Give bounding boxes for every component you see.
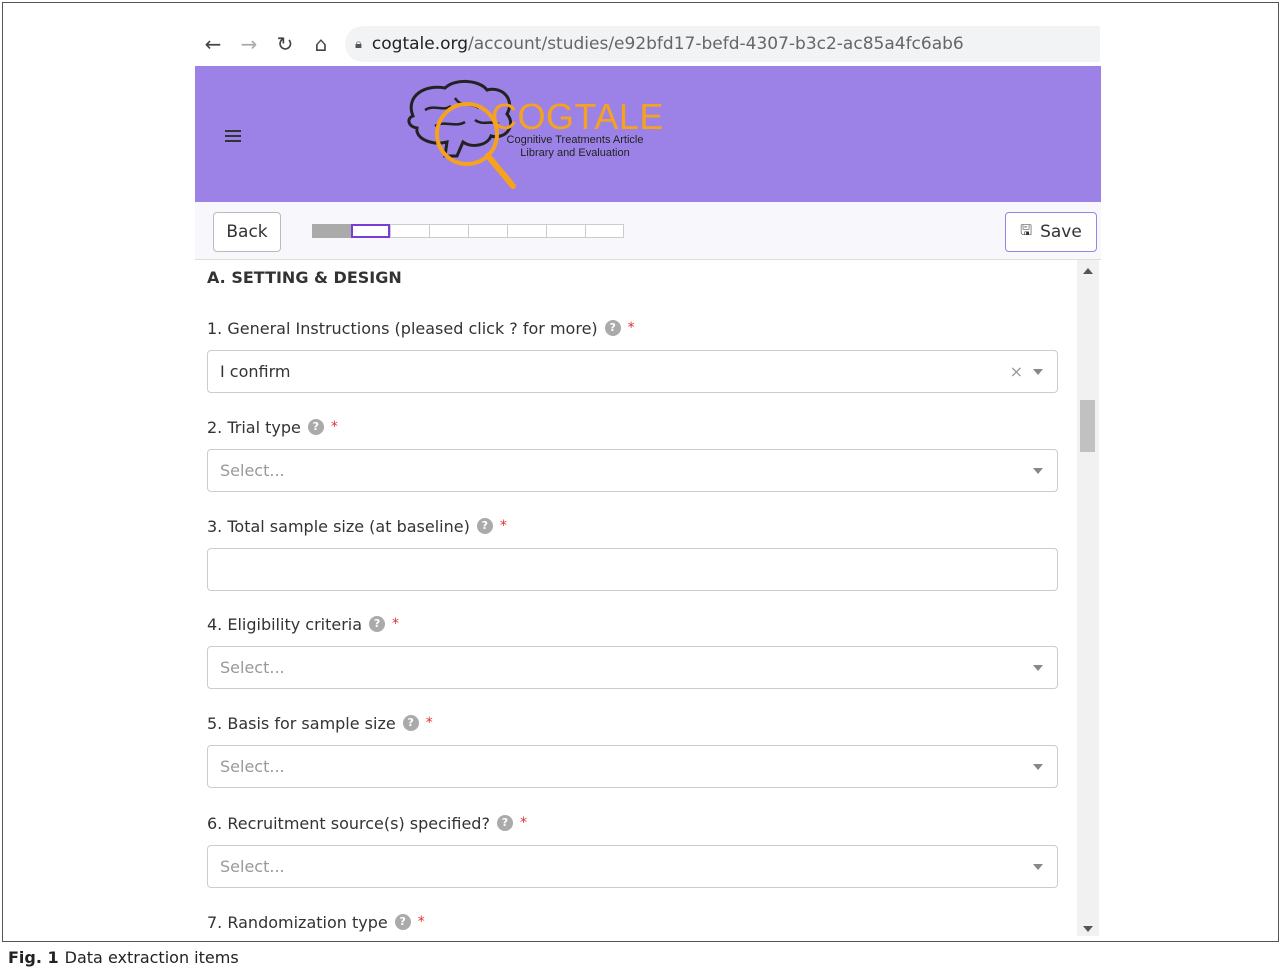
required-marker: *: [627, 320, 635, 336]
caption-prefix: Fig. 1: [8, 948, 59, 967]
question-label: 1. General Instructions (pleased click ?…: [207, 318, 598, 338]
logo-subtitle: Cognitive Treatments Article Library and…: [506, 134, 644, 159]
reload-icon[interactable]: ↻: [267, 26, 303, 62]
home-icon[interactable]: ⌂: [303, 26, 339, 62]
required-marker: *: [425, 715, 433, 731]
save-button[interactable]: 🖫 Save: [1005, 212, 1097, 252]
required-marker: *: [499, 518, 507, 534]
form-toolbar: Back 🖫 Save: [195, 202, 1101, 260]
required-marker: *: [392, 616, 400, 632]
help-icon[interactable]: ?: [307, 419, 324, 435]
help-icon[interactable]: ?: [476, 518, 493, 534]
back-button[interactable]: Back: [213, 212, 281, 252]
question-label: 4. Eligibility criteria: [207, 614, 363, 634]
question-label: 3. Total sample size (at baseline): [207, 516, 470, 536]
question-eligibility-criteria: 4. Eligibility criteria? * Select...: [207, 612, 1059, 689]
url-bar[interactable]: 🔒︎ cogtale.org/account/studies/e92bfd17-…: [345, 26, 1100, 62]
total-sample-size-input[interactable]: [207, 548, 1058, 591]
scroll-up-arrow-icon[interactable]: [1083, 268, 1093, 274]
question-label: 7. Randomization type: [207, 912, 388, 932]
progress-step[interactable]: [546, 224, 585, 238]
help-icon[interactable]: ?: [604, 320, 621, 336]
hamburger-menu-icon[interactable]: [225, 130, 241, 142]
scrollbar[interactable]: [1077, 260, 1099, 936]
question-total-sample-size: 3. Total sample size (at baseline)? *: [207, 514, 1059, 591]
progress-steps: [312, 224, 624, 238]
question-label: 2. Trial type: [207, 417, 301, 437]
caption-text: Data extraction items: [64, 948, 239, 967]
chevron-down-icon[interactable]: [1033, 864, 1043, 870]
required-marker: *: [519, 815, 527, 831]
form-content: A. SETTING & DESIGN 1. General Instructi…: [195, 260, 1101, 940]
progress-step[interactable]: [312, 224, 351, 238]
progress-step-current[interactable]: [351, 224, 390, 238]
scroll-down-arrow-icon[interactable]: [1083, 926, 1093, 932]
help-icon[interactable]: ?: [369, 616, 386, 632]
logo-title: COGTALE: [491, 96, 664, 137]
progress-step[interactable]: [390, 224, 429, 238]
question-randomization-type: 7. Randomization type? *: [207, 910, 1059, 934]
chevron-down-icon[interactable]: [1033, 369, 1043, 375]
question-general-instructions: 1. General Instructions (pleased click ?…: [207, 316, 1059, 393]
section-title: A. SETTING & DESIGN: [207, 268, 402, 287]
select-placeholder: Select...: [220, 757, 285, 776]
url-path: /account/studies/e92bfd17-befd-4307-b3c2…: [468, 34, 964, 54]
chevron-down-icon[interactable]: [1033, 665, 1043, 671]
eligibility-criteria-select[interactable]: Select...: [207, 646, 1058, 689]
clear-icon[interactable]: ×: [1010, 362, 1023, 381]
select-placeholder: Select...: [220, 857, 285, 876]
progress-step[interactable]: [429, 224, 468, 238]
url-host: cogtale.org: [371, 34, 469, 54]
required-marker: *: [417, 914, 425, 930]
question-recruitment-source: 6. Recruitment source(s) specified?? * Se…: [207, 811, 1059, 888]
progress-step[interactable]: [585, 224, 624, 238]
basis-sample-size-select[interactable]: Select...: [207, 745, 1058, 788]
scrollbar-thumb[interactable]: [1080, 400, 1095, 452]
progress-step[interactable]: [507, 224, 546, 238]
app-header: COGTALE Cognitive Treatments Article Lib…: [195, 66, 1101, 202]
progress-step[interactable]: [468, 224, 507, 238]
lock-icon: 🔒︎: [355, 36, 362, 52]
trial-type-select[interactable]: Select...: [207, 449, 1058, 492]
select-placeholder: Select...: [220, 461, 285, 480]
help-icon[interactable]: ?: [394, 914, 411, 930]
question-trial-type: 2. Trial type? * Select...: [207, 415, 1059, 492]
chevron-down-icon[interactable]: [1033, 468, 1043, 474]
general-instructions-select[interactable]: I confirm ×: [207, 350, 1058, 393]
browser-toolbar: ← → ↻ ⌂ 🔒︎ cogtale.org/account/studies/e…: [195, 24, 1100, 64]
required-marker: *: [330, 419, 338, 435]
help-icon[interactable]: ?: [402, 715, 419, 731]
help-icon[interactable]: ?: [496, 815, 513, 831]
save-label: Save: [1040, 222, 1082, 242]
recruitment-source-select[interactable]: Select...: [207, 845, 1058, 888]
figure-caption: Fig. 1 Data extraction items: [8, 948, 239, 967]
forward-arrow-icon[interactable]: →: [231, 26, 267, 62]
select-value: I confirm: [220, 362, 291, 381]
select-placeholder: Select...: [220, 658, 285, 677]
question-label: 6. Recruitment source(s) specified?: [207, 813, 490, 833]
back-arrow-icon[interactable]: ←: [195, 26, 231, 62]
question-basis-sample-size: 5. Basis for sample size? * Select...: [207, 711, 1059, 788]
question-label: 5. Basis for sample size: [207, 713, 396, 733]
floppy-disk-icon: 🖫: [1020, 223, 1033, 239]
chevron-down-icon[interactable]: [1033, 764, 1043, 770]
